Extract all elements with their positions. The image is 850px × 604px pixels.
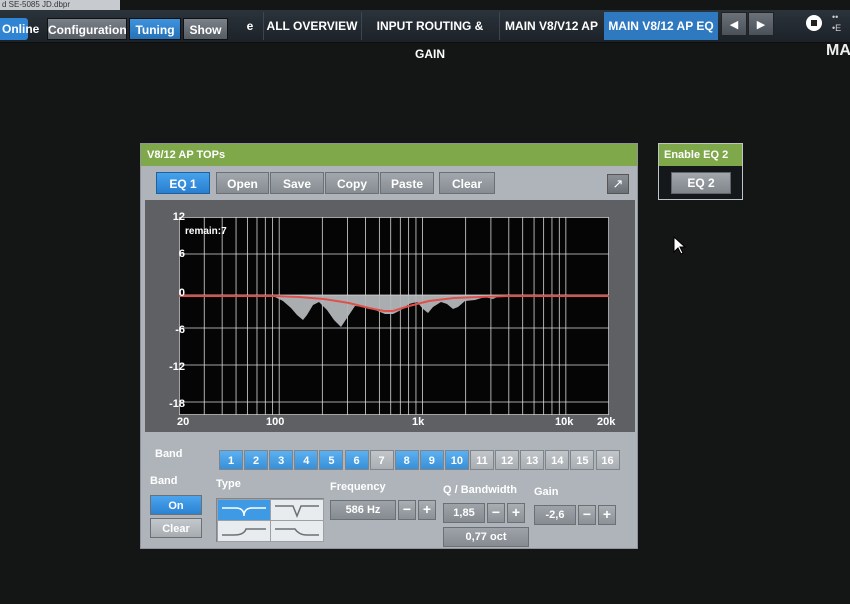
- open-button[interactable]: Open: [216, 172, 269, 194]
- eq-response-graph[interactable]: [179, 217, 609, 415]
- online-button[interactable]: Online: [0, 18, 39, 40]
- y-tick-minus6: -6: [175, 324, 185, 336]
- frequency-label: Frequency: [330, 481, 386, 493]
- low-shelf-type-option[interactable]: [217, 520, 271, 542]
- notch-type-option[interactable]: [270, 499, 324, 521]
- y-tick-6: 6: [178, 248, 185, 260]
- next-tab-button[interactable]: ▶: [748, 12, 774, 36]
- band-button[interactable]: 9: [419, 450, 444, 470]
- q-increment-button[interactable]: +: [507, 503, 525, 523]
- eq2-panel: Enable EQ 2 EQ 2: [658, 143, 743, 200]
- frequency-decrement-button[interactable]: −: [398, 500, 416, 520]
- band-button[interactable]: 11: [470, 450, 494, 470]
- gain-label: Gain: [534, 486, 559, 498]
- q-bandwidth-label: Q / Bandwidth: [443, 484, 517, 496]
- show-button[interactable]: Show: [183, 18, 228, 40]
- tab-main-v8-v12-ap[interactable]: MAIN V8/V12 AP: [500, 12, 603, 40]
- eq-panel: V8/12 AP TOPs EQ 1 Open Save Copy Paste …: [140, 143, 638, 549]
- band-button[interactable]: 4: [294, 450, 319, 470]
- band-button[interactable]: 8: [394, 450, 419, 470]
- y-tick-minus12: -12: [169, 361, 185, 373]
- x-tick-10k: 10k: [555, 416, 574, 428]
- q-decrement-button[interactable]: −: [487, 503, 505, 523]
- band-button[interactable]: 7: [369, 450, 394, 470]
- stop-icon[interactable]: [806, 15, 822, 31]
- main-edge-label: MA: [826, 42, 850, 59]
- tab-all-overview[interactable]: ALL OVERVIEW: [264, 12, 360, 40]
- y-tick-minus18: -18: [169, 398, 185, 410]
- band-button[interactable]: 2: [244, 450, 269, 470]
- eq1-button[interactable]: EQ 1: [156, 172, 210, 194]
- band-button[interactable]: 12: [495, 450, 520, 470]
- band-clear-button[interactable]: Clear: [150, 518, 202, 538]
- band-button[interactable]: 6: [344, 450, 369, 470]
- mouse-cursor-icon: [673, 236, 687, 255]
- band-button[interactable]: 14: [545, 450, 570, 470]
- y-tick-12: 12: [172, 211, 185, 223]
- octave-field[interactable]: 0,77 oct: [443, 527, 529, 547]
- high-shelf-type-option[interactable]: [270, 520, 324, 542]
- band-button[interactable]: 15: [570, 450, 595, 470]
- band-on-button[interactable]: On: [150, 495, 202, 515]
- y-tick-0: 0: [178, 287, 185, 299]
- band-button[interactable]: 10: [444, 450, 469, 470]
- save-button[interactable]: Save: [270, 172, 324, 194]
- eq2-title: Enable EQ 2: [659, 144, 742, 166]
- copy-button[interactable]: Copy: [325, 172, 379, 194]
- band-button[interactable]: 1: [219, 450, 243, 470]
- peq-type-option[interactable]: [217, 499, 271, 521]
- tab-main-v8-12-ap-eq[interactable]: MAIN V8/12 AP EQ: [604, 12, 718, 40]
- band-section-label: Band: [150, 475, 178, 487]
- edge-dots-label: •• •E: [832, 12, 842, 33]
- q-field[interactable]: 1,85: [443, 503, 485, 523]
- band-button[interactable]: 13: [520, 450, 545, 470]
- eq2-button[interactable]: EQ 2: [671, 172, 731, 194]
- frequency-field[interactable]: 586 Hz: [330, 500, 396, 520]
- configuration-button[interactable]: Configuration: [47, 18, 127, 40]
- eq-panel-title: V8/12 AP TOPs: [141, 144, 637, 166]
- band-row-label: Band: [155, 448, 183, 460]
- remain-label: remain:7: [185, 226, 227, 237]
- gain-field[interactable]: -2,6: [534, 505, 576, 525]
- x-tick-1k: 1k: [412, 416, 425, 428]
- frequency-increment-button[interactable]: +: [418, 500, 436, 520]
- x-tick-20: 20: [177, 416, 190, 428]
- band-button[interactable]: 16: [595, 450, 620, 470]
- x-tick-100: 100: [266, 416, 285, 428]
- x-tick-20k: 20k: [597, 416, 616, 428]
- paste-button[interactable]: Paste: [380, 172, 434, 194]
- tab-input-routing-gain[interactable]: INPUT ROUTING & GAIN: [362, 12, 498, 61]
- file-name-tab: d SE-5085 JD.dbpr: [0, 0, 120, 10]
- band-button[interactable]: 3: [269, 450, 294, 470]
- tab-e[interactable]: e: [238, 12, 262, 40]
- band-button[interactable]: 5: [319, 450, 344, 470]
- prev-tab-button[interactable]: ◀: [721, 12, 747, 36]
- filter-type-selector: [216, 498, 324, 542]
- tuning-button[interactable]: Tuning: [129, 18, 181, 40]
- gain-decrement-button[interactable]: −: [578, 505, 596, 525]
- type-label: Type: [216, 478, 241, 490]
- gain-increment-button[interactable]: +: [598, 505, 616, 525]
- clear-button[interactable]: Clear: [439, 172, 495, 194]
- expand-icon[interactable]: ↗: [607, 174, 629, 194]
